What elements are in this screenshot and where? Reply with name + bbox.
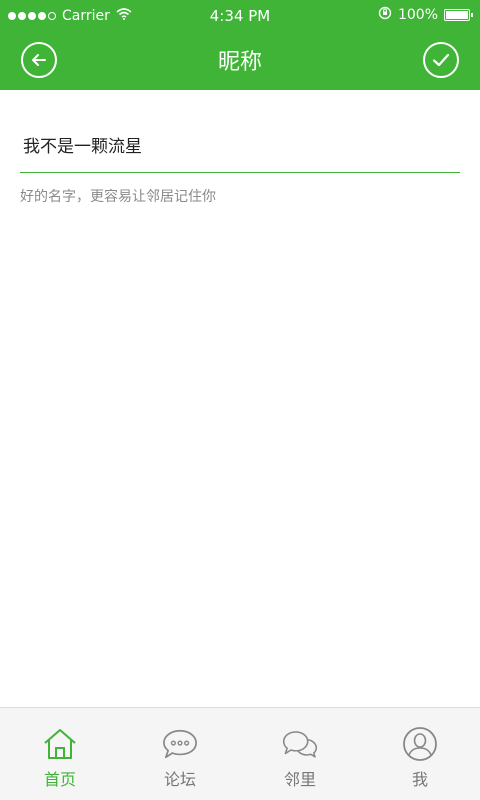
tab-home[interactable]: 首页: [0, 708, 120, 800]
tab-forum[interactable]: 论坛: [120, 708, 240, 800]
home-icon: [42, 726, 78, 762]
header-bar: Carrier 4:34 PM 100% 昵称: [0, 0, 480, 90]
nickname-hint: 好的名字，更容易让邻居记住你: [20, 189, 216, 205]
tab-home-label: 首页: [43, 770, 76, 789]
tab-bar: 首页 论坛 邻里 我: [0, 707, 480, 800]
battery-percent: 100%: [397, 7, 438, 23]
tab-me[interactable]: 我: [360, 708, 480, 800]
neighbors-bubbles-icon: [282, 726, 318, 762]
confirm-button[interactable]: [423, 42, 459, 78]
page-title: 昵称: [217, 50, 262, 75]
tab-neighbors-label: 邻里: [283, 770, 316, 789]
check-icon: [432, 53, 450, 67]
status-right: 100%: [378, 6, 473, 24]
tab-me-label: 我: [411, 770, 428, 789]
battery-icon: [444, 9, 473, 21]
forum-bubble-icon: [162, 726, 198, 762]
battery-fill: [446, 11, 468, 19]
tab-forum-label: 论坛: [163, 770, 196, 789]
orientation-lock-icon: [378, 6, 392, 24]
status-bar: Carrier 4:34 PM 100%: [0, 0, 480, 32]
tab-neighbors[interactable]: 邻里: [240, 708, 360, 800]
profile-icon: [402, 726, 438, 762]
nickname-field: [20, 126, 463, 173]
nickname-input[interactable]: [20, 126, 463, 162]
